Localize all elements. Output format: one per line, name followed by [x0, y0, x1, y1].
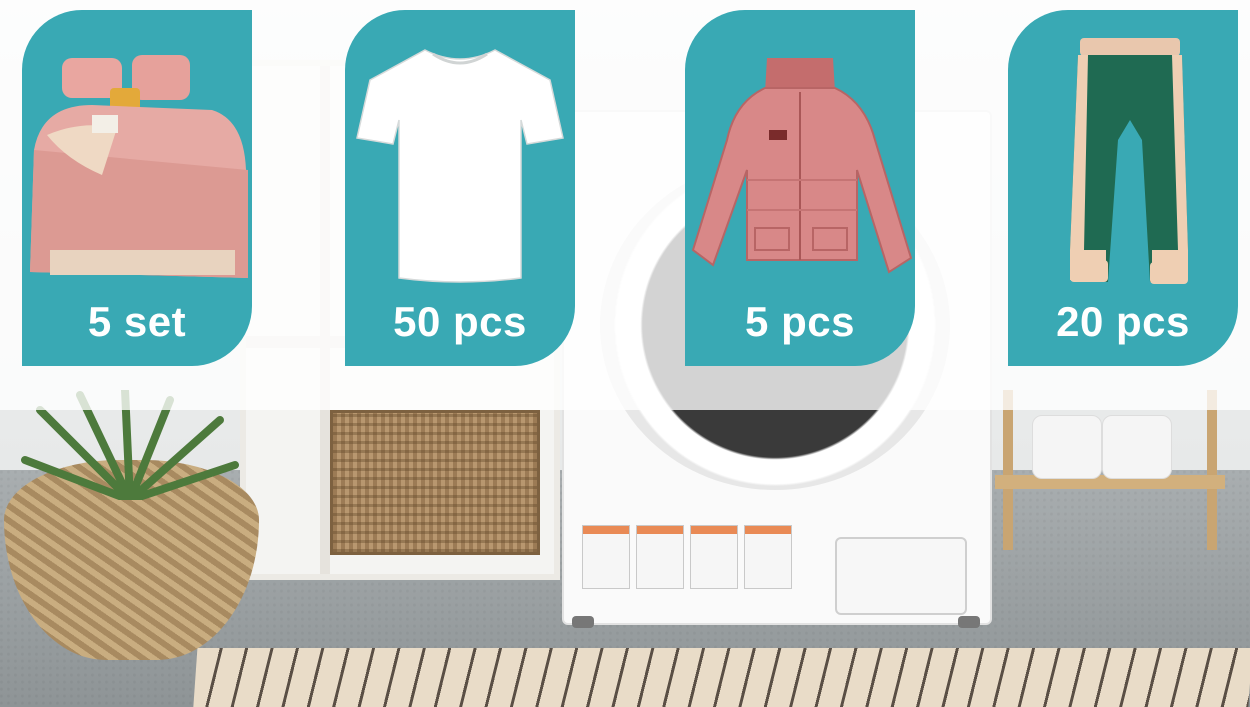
- quantity-label: 50 pcs: [393, 298, 527, 345]
- quantity-label: 20 pcs: [1056, 298, 1190, 345]
- washer-foot: [958, 616, 980, 628]
- quantity-label: 5 pcs: [745, 298, 855, 345]
- trousers-icon: [1070, 38, 1188, 284]
- jacket-icon: [691, 58, 913, 274]
- wicker-storage-basket: [330, 410, 540, 555]
- toilet-roll: [1102, 415, 1172, 479]
- bedding-icon: [30, 55, 248, 278]
- toilet-roll: [1032, 415, 1102, 479]
- striped-rug: [192, 648, 1250, 707]
- warning-labels: [582, 525, 792, 589]
- filter-panel: [835, 537, 967, 615]
- card-trousers: 20 pcs: [1008, 10, 1238, 366]
- card-jacket: 5 pcs: [685, 10, 915, 366]
- quantity-label: 5 set: [87, 298, 187, 345]
- tshirt-icon: [356, 49, 564, 283]
- card-tshirt: 50 pcs: [345, 10, 575, 366]
- washer-foot: [572, 616, 594, 628]
- card-bedding: 5 set: [22, 10, 252, 366]
